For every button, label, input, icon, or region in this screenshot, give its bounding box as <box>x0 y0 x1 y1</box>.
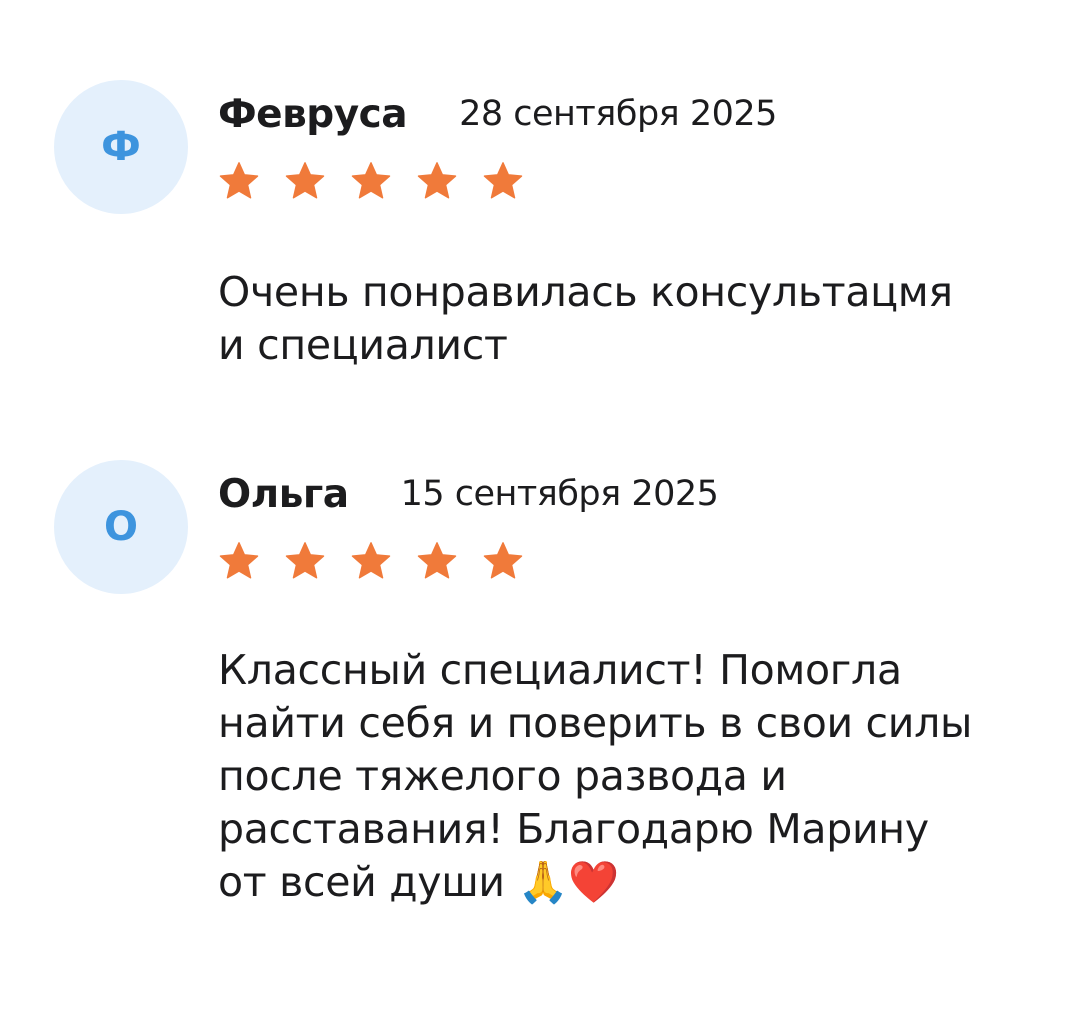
star-icon <box>416 160 458 202</box>
star-icon <box>350 160 392 202</box>
star-rating <box>218 540 548 582</box>
review-date: 15 сентября 2025 <box>400 474 719 514</box>
star-icon <box>482 160 524 202</box>
review-header: Ольга 15 сентября 2025 <box>218 468 719 520</box>
star-icon <box>218 540 260 582</box>
review-author: Февруса <box>218 91 408 137</box>
star-icon <box>284 540 326 582</box>
avatar-letter: О <box>103 504 138 550</box>
star-icon <box>416 540 458 582</box>
star-icon <box>284 160 326 202</box>
star-icon <box>482 540 524 582</box>
avatar-letter: Ф <box>101 124 141 170</box>
review-date: 28 сентября 2025 <box>459 94 777 134</box>
avatar: Ф <box>54 80 188 214</box>
review-text: Классный специалист! Помогла найти себя … <box>218 646 973 906</box>
review-header: Февруса 28 сентября 2025 <box>218 88 777 140</box>
avatar: О <box>54 460 188 594</box>
star-rating <box>218 160 548 202</box>
review-author: Ольга <box>218 471 349 517</box>
star-icon <box>218 160 260 202</box>
review-text: Очень понравилась консультацмя и специал… <box>218 268 953 369</box>
star-icon <box>350 540 392 582</box>
